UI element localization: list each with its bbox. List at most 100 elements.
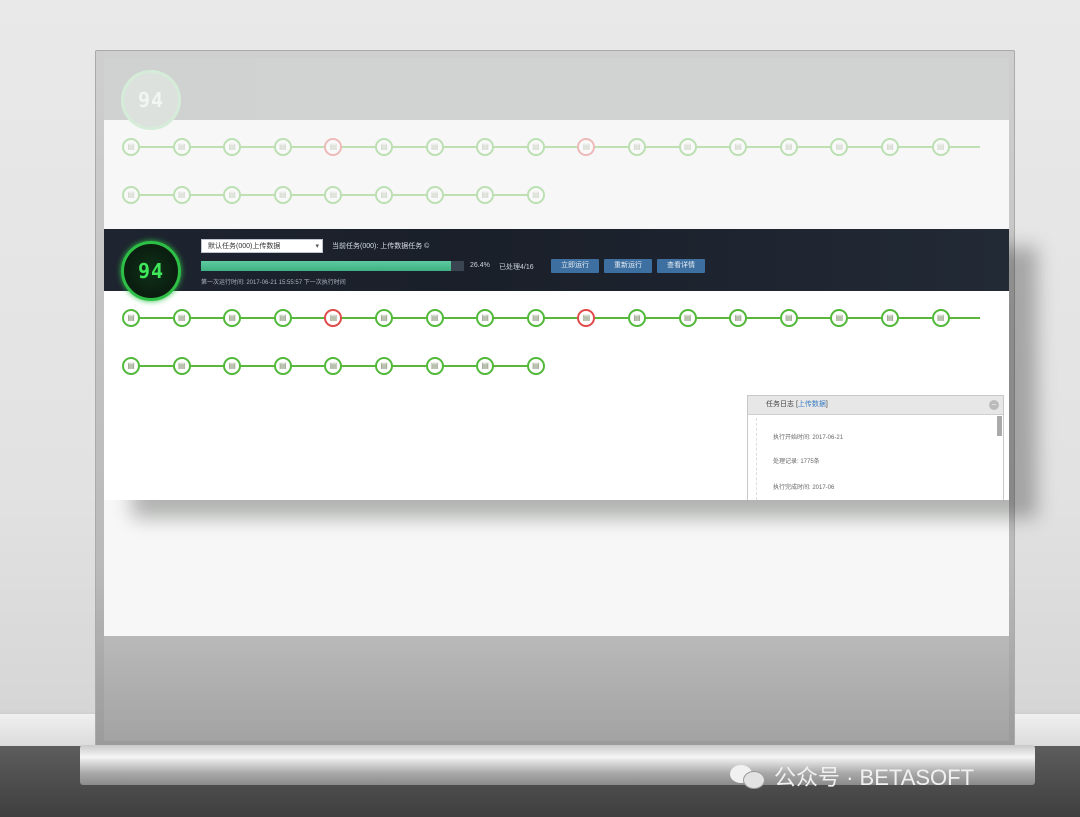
pipeline-node[interactable]: ▤ [223,357,242,375]
pipeline-node[interactable]: ▤ [779,309,798,327]
pipeline-node[interactable]: ▤ [476,186,495,204]
file-icon: ▤ [380,190,388,199]
pipeline-node[interactable]: ▤ [425,357,444,375]
pipeline-node[interactable]: ▤ [425,186,444,204]
pipeline-node[interactable]: ▤ [931,138,950,156]
file-icon: ▤ [430,142,439,151]
ghost-header: 94 [104,58,1009,130]
pipeline-node[interactable]: ▤ [223,186,242,204]
pipeline-node[interactable]: ▤ [830,309,849,327]
pipeline-node[interactable]: ▤ [324,357,343,375]
pipeline-node[interactable]: ▤ [324,186,343,204]
pipeline-node[interactable]: ▤ [476,138,495,156]
file-icon: ▤ [532,142,540,151]
file-icon: ▤ [430,313,439,322]
pipeline-node[interactable]: ▤ [881,309,899,327]
ghost-gauge-value: 94 [137,88,165,112]
pipeline-node[interactable]: ▤ [628,309,646,327]
watermark: 公众号 · BETASOFT [730,760,974,792]
pipeline-node[interactable]: ▤ [678,138,697,156]
file-icon: ▤ [177,142,186,151]
pipeline-node[interactable]: ▤ [375,357,393,375]
view-details-button[interactable]: 查看详情 [657,259,705,273]
task-progress-bar [201,261,464,271]
ghost-gauge: 94 [121,70,181,130]
chevron-down-icon: ▾ [315,243,319,250]
pipeline-node[interactable]: ▤ [628,138,646,156]
file-icon: ▤ [127,190,135,199]
file-icon: ▤ [886,313,894,322]
pipeline-node[interactable]: ▤ [931,309,950,327]
pipeline-node[interactable]: ▤ [122,138,140,156]
pipeline-node[interactable]: ▤ [273,186,292,204]
file-icon: ▤ [582,313,591,322]
log-title-highlight: 上传数据 [797,401,826,408]
file-icon: ▤ [279,361,287,370]
file-icon: ▤ [683,313,692,322]
file-icon: ▤ [127,361,135,370]
pipeline-node[interactable]: ▤ [223,309,242,327]
pipeline-node[interactable]: ▤ [273,357,292,375]
pipeline-node[interactable]: ▤ [425,138,444,156]
run-time-meta: 第一次运行时间: 2017-06-21 15:55:57 下一次执行时间 [201,280,346,286]
file-icon: ▤ [683,142,692,151]
log-window-titlebar: 任务日志 [上传数据] – [748,396,1003,415]
log-line: 执行开始时间: 2017-06-21 [773,435,844,441]
pipeline-track [131,146,980,148]
pipeline-node[interactable]: ▤ [122,186,140,204]
pipeline-node[interactable]: ▤ [223,138,242,156]
run-now-button[interactable]: 立即运行 [551,259,599,273]
pipeline-node-error[interactable]: ▤ [577,309,596,327]
pipeline-node[interactable]: ▤ [526,357,545,375]
task-title: 当前任务(000): 上传数据任务 © [332,243,430,250]
file-icon: ▤ [532,190,540,199]
file-icon: ▤ [329,142,338,151]
task-select[interactable]: 默认任务(000)上传数据 ▾ [201,239,323,253]
close-icon[interactable]: – [989,400,999,410]
pipeline-node-error[interactable]: ▤ [577,138,596,156]
log-title-suffix: ] [825,401,828,408]
pipeline-node[interactable]: ▤ [881,138,899,156]
pipeline-node[interactable]: ▤ [779,138,798,156]
pipeline-node[interactable]: ▤ [172,357,191,375]
file-icon: ▤ [835,313,844,322]
pipeline-node[interactable]: ▤ [122,357,140,375]
file-icon: ▤ [329,313,338,322]
log-scrollbar[interactable] [997,416,1002,436]
rerun-button[interactable]: 重新运行 [604,259,652,273]
task-monitor-panel: 94 默认任务(000)上传数据 ▾ 当前任务(000): 上传数据任务 © 2… [104,229,1009,500]
log-line: 处理记录: 1775条 [773,459,820,465]
pipeline-node[interactable]: ▤ [273,309,292,327]
pipeline-node[interactable]: ▤ [476,357,495,375]
task-header: 94 默认任务(000)上传数据 ▾ 当前任务(000): 上传数据任务 © 2… [104,229,1009,301]
pipeline-node[interactable]: ▤ [526,309,545,327]
pipeline-node[interactable]: ▤ [526,138,545,156]
pipeline-node[interactable]: ▤ [122,309,140,327]
pipeline-node[interactable]: ▤ [172,138,191,156]
file-icon: ▤ [835,142,844,151]
pipeline-node[interactable]: ▤ [375,138,393,156]
pipeline-node[interactable]: ▤ [425,309,444,327]
file-icon: ▤ [532,313,540,322]
pipeline-node[interactable]: ▤ [172,309,191,327]
file-icon: ▤ [633,313,641,322]
file-icon: ▤ [430,190,439,199]
pipeline-node[interactable]: ▤ [526,186,545,204]
pipeline-node[interactable]: ▤ [678,309,697,327]
pipeline-node[interactable]: ▤ [375,309,393,327]
pipeline-node[interactable]: ▤ [375,186,393,204]
wechat-icon [730,763,766,789]
file-icon: ▤ [734,313,742,322]
file-icon: ▤ [785,313,793,322]
task-progress-fill [201,261,451,271]
pipeline-node[interactable]: ▤ [830,138,849,156]
pipeline-node[interactable]: ▤ [273,138,292,156]
pipeline-node-error[interactable]: ▤ [324,138,343,156]
pipeline-node[interactable]: ▤ [729,138,748,156]
pipeline-node-error[interactable]: ▤ [324,309,343,327]
pipeline-node[interactable]: ▤ [172,186,191,204]
pipeline-node[interactable]: ▤ [729,309,748,327]
file-icon: ▤ [228,361,236,370]
pipeline-node[interactable]: ▤ [476,309,495,327]
log-window: 任务日志 [上传数据] – 执行开始时间: 2017-06-21 处理记录: 1… [747,395,1004,500]
